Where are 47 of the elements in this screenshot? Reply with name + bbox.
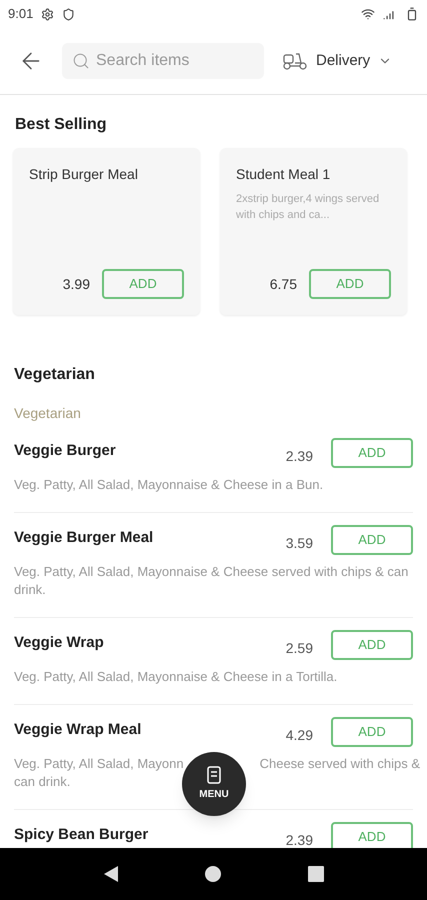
item-name: Veggie Wrap Meal — [14, 720, 142, 740]
item-name: Spicy Bean Burger — [14, 825, 150, 845]
delivery-dropdown[interactable]: Delivery — [282, 50, 392, 72]
item-name: Veggie Burger — [14, 441, 117, 461]
price: 2.39 — [286, 447, 313, 466]
section-heading: Best Selling — [14, 115, 108, 135]
product-name: Strip Burger Meal — [29, 165, 139, 184]
add-button[interactable]: ADD — [102, 269, 184, 299]
back-nav-icon[interactable] — [103, 865, 120, 883]
price: 2.59 — [286, 639, 313, 658]
price: 3.59 — [286, 534, 313, 553]
add-button[interactable]: ADD — [331, 717, 413, 747]
subsection-heading: Vegetarian — [13, 404, 82, 423]
battery-icon — [405, 7, 419, 21]
item-description: can drink. — [14, 773, 70, 791]
scooter-icon — [282, 51, 308, 71]
home-nav-icon[interactable] — [205, 866, 222, 882]
price: 6.75 — [270, 274, 297, 294]
product-card[interactable]: Strip Burger Meal 3.99 ADD — [13, 148, 200, 315]
item-name: Veggie Wrap — [14, 633, 105, 653]
recents-nav-icon[interactable] — [308, 866, 324, 882]
item-description: Veg. Patty, All Salad, Mayonnaise & Cheese in a Tortilla. — [14, 668, 338, 686]
product-name: Student Meal 1 — [236, 165, 332, 184]
add-button[interactable]: ADD — [331, 525, 413, 555]
add-button[interactable]: ADD — [309, 269, 391, 299]
menu-icon — [207, 766, 221, 784]
clock: 9:01 — [8, 5, 34, 24]
search-icon — [72, 52, 90, 70]
add-button[interactable]: ADD — [331, 438, 413, 468]
item-description: Veg. Patty, All Salad, Mayonnaise & Cheese served with chips & can drink. — [14, 563, 410, 599]
settings-icon — [41, 8, 54, 20]
item-description: Veg. Patty, All Salad, Mayonn — [14, 755, 184, 773]
price: 3.99 — [62, 274, 90, 294]
search-input[interactable]: Search items — [96, 49, 246, 73]
section-heading: Vegetarian — [13, 365, 96, 385]
price: 4.29 — [286, 726, 313, 745]
product-card[interactable]: Student Meal 1 2xstrip burger,4 wings served with chips and ca... 6.75 ADD — [220, 148, 407, 315]
shield-icon — [62, 8, 76, 20]
add-button[interactable]: ADD — [331, 630, 413, 660]
search-field[interactable]: Search items — [62, 43, 264, 79]
item-name: Veggie Burger Meal — [14, 528, 154, 548]
wifi-icon — [361, 7, 375, 21]
price: 2.39 — [286, 831, 313, 848]
menu-button[interactable]: MENU — [182, 752, 246, 816]
item-description: Cheese served with chips & — [260, 755, 420, 773]
item-description: Veg. Patty, All Salad, Mayonnaise & Cheese in a Bun. — [14, 476, 324, 494]
product-description: 2xstrip burger,4 wings served with chips and ca... — [236, 192, 380, 223]
